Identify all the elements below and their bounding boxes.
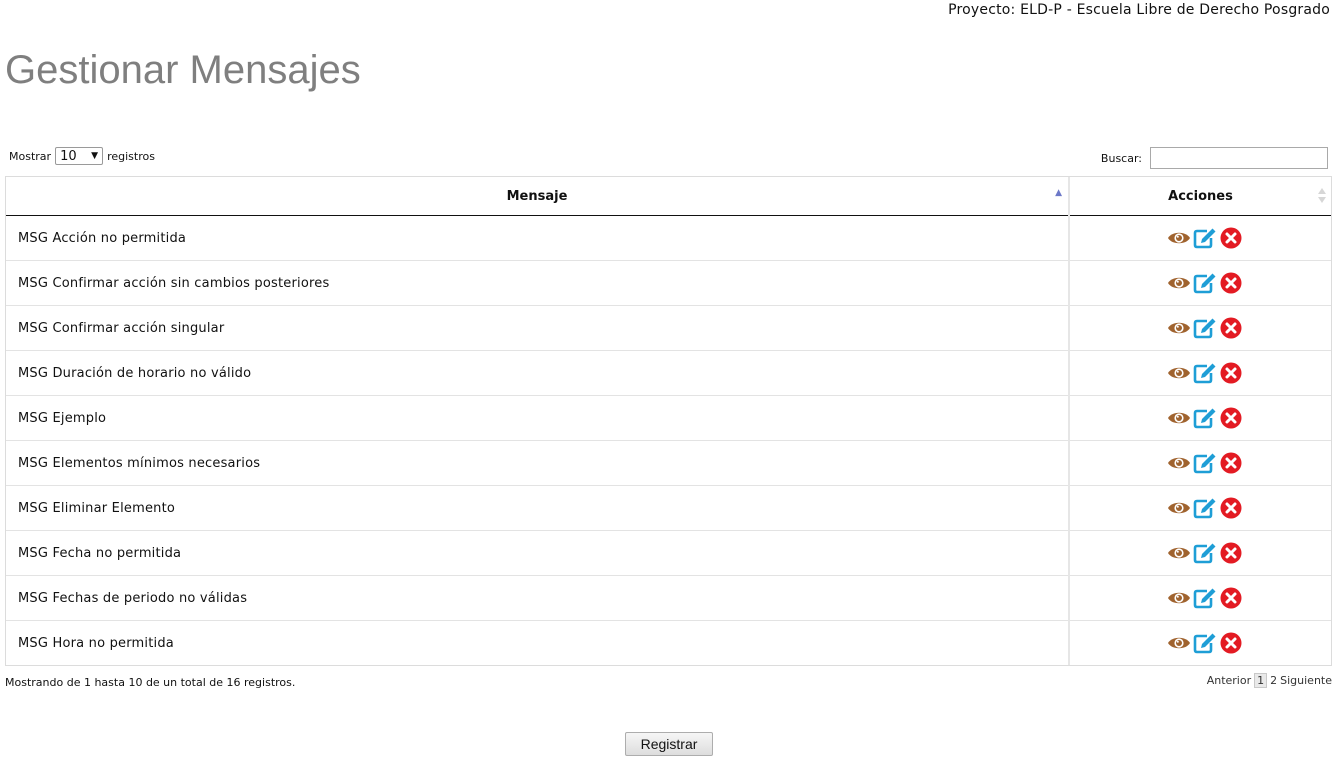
eye-icon[interactable] <box>1167 632 1191 654</box>
eye-icon[interactable] <box>1167 497 1191 519</box>
register-button[interactable]: Registrar <box>625 732 713 756</box>
messages-table: Mensaje ▲ Acciones MSG Acción no permiti… <box>5 176 1332 666</box>
pagination: Anterior 1 2 Siguiente <box>1207 673 1332 688</box>
actions-cell <box>1069 395 1331 441</box>
actions-cell <box>1069 485 1331 531</box>
eye-icon[interactable] <box>1167 317 1191 339</box>
project-label: Proyecto: ELD-P - Escuela Libre de Derec… <box>948 2 1330 18</box>
actions-cell <box>1069 621 1331 666</box>
table-row: MSG Fechas de periodo no válidas <box>6 575 1331 621</box>
message-cell: MSG Hora no permitida <box>6 620 1070 665</box>
actions-cell <box>1069 575 1331 621</box>
actions-cell <box>1069 215 1331 261</box>
delete-icon[interactable] <box>1219 407 1243 429</box>
delete-icon[interactable] <box>1219 587 1243 609</box>
edit-icon[interactable] <box>1193 362 1217 384</box>
search-label: Buscar: <box>1100 151 1142 165</box>
actions-cell <box>1069 260 1331 306</box>
edit-icon[interactable] <box>1193 632 1217 654</box>
page-title: Gestionar Mensajes <box>5 48 361 92</box>
table-info: Mostrando de 1 hasta 10 de un total de 1… <box>5 676 296 689</box>
search-control: Buscar: <box>1101 147 1328 169</box>
message-cell: MSG Eliminar Elemento <box>6 485 1070 531</box>
message-cell: MSG Confirmar acción singular <box>6 305 1070 351</box>
length-prefix: Mostrar <box>9 149 52 163</box>
actions-cell <box>1069 530 1331 576</box>
pagination-previous[interactable]: Anterior <box>1207 674 1251 687</box>
actions-cell <box>1069 350 1331 396</box>
length-control: Mostrar 10 ▼ registros <box>9 147 155 165</box>
message-cell: MSG Duración de horario no válido <box>6 350 1070 396</box>
eye-icon[interactable] <box>1167 407 1191 429</box>
edit-icon[interactable] <box>1193 587 1217 609</box>
message-cell: MSG Fecha no permitida <box>6 530 1070 576</box>
edit-icon[interactable] <box>1193 407 1217 429</box>
actions-cell <box>1069 440 1331 486</box>
table-row: MSG Elementos mínimos necesarios <box>6 440 1331 486</box>
edit-icon[interactable] <box>1193 497 1217 519</box>
table-row: MSG Fecha no permitida <box>6 530 1331 576</box>
sort-both-icon <box>1318 187 1326 205</box>
eye-icon[interactable] <box>1167 452 1191 474</box>
delete-icon[interactable] <box>1219 452 1243 474</box>
column-header-mensaje-label: Mensaje <box>506 188 568 204</box>
table-row: MSG Ejemplo <box>6 395 1331 441</box>
delete-icon[interactable] <box>1219 542 1243 564</box>
message-cell: MSG Confirmar acción sin cambios posteri… <box>6 260 1070 306</box>
pagination-page-2[interactable]: 2 <box>1270 674 1277 687</box>
edit-icon[interactable] <box>1193 452 1217 474</box>
message-cell: MSG Ejemplo <box>6 395 1070 441</box>
column-header-acciones-label: Acciones <box>1168 188 1233 204</box>
edit-icon[interactable] <box>1193 272 1217 294</box>
message-cell: MSG Fechas de periodo no válidas <box>6 575 1070 621</box>
delete-icon[interactable] <box>1219 272 1243 294</box>
eye-icon[interactable] <box>1167 272 1191 294</box>
delete-icon[interactable] <box>1219 317 1243 339</box>
eye-icon[interactable] <box>1167 542 1191 564</box>
eye-icon[interactable] <box>1167 362 1191 384</box>
sort-ascending-icon: ▲ <box>1055 188 1062 198</box>
table-row: MSG Confirmar acción singular <box>6 305 1331 351</box>
table-row: MSG Duración de horario no válido <box>6 350 1331 396</box>
column-header-mensaje[interactable]: Mensaje ▲ <box>6 177 1070 216</box>
chevron-down-icon: ▼ <box>91 151 99 161</box>
table-row: MSG Hora no permitida <box>6 620 1331 666</box>
edit-icon[interactable] <box>1193 542 1217 564</box>
delete-icon[interactable] <box>1219 497 1243 519</box>
column-header-acciones[interactable]: Acciones <box>1069 177 1331 216</box>
message-cell: MSG Elementos mínimos necesarios <box>6 440 1070 486</box>
length-select[interactable]: 10 ▼ <box>55 147 104 165</box>
delete-icon[interactable] <box>1219 227 1243 249</box>
table-row: MSG Confirmar acción sin cambios posteri… <box>6 260 1331 306</box>
search-input[interactable] <box>1150 147 1328 169</box>
delete-icon[interactable] <box>1219 632 1243 654</box>
eye-icon[interactable] <box>1167 227 1191 249</box>
edit-icon[interactable] <box>1193 317 1217 339</box>
length-select-value: 10 <box>60 148 77 164</box>
eye-icon[interactable] <box>1167 587 1191 609</box>
message-cell: MSG Acción no permitida <box>6 215 1070 261</box>
actions-cell <box>1069 305 1331 351</box>
pagination-page-1[interactable]: 1 <box>1254 673 1268 688</box>
length-suffix: registros <box>107 149 155 163</box>
edit-icon[interactable] <box>1193 227 1217 249</box>
table-row: MSG Acción no permitida <box>6 215 1331 261</box>
pagination-next[interactable]: Siguiente <box>1280 674 1332 687</box>
table-row: MSG Eliminar Elemento <box>6 485 1331 531</box>
delete-icon[interactable] <box>1219 362 1243 384</box>
